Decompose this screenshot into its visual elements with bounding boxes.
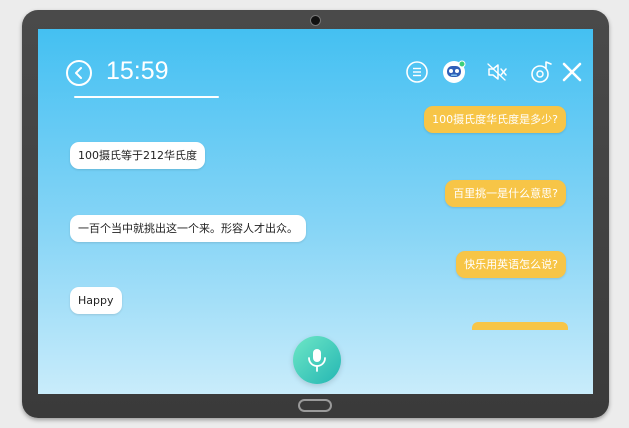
close-icon [562,62,582,82]
music-button[interactable] [528,59,554,85]
close-button[interactable] [559,59,585,85]
microphone-icon [308,349,326,372]
back-button[interactable] [66,60,92,86]
partial-user-message [472,322,568,330]
chevron-left-icon [75,67,82,79]
music-icon [531,61,552,83]
home-button[interactable] [298,399,332,412]
bot-message: 100摄氏等于212华氏度 [70,142,205,169]
user-message: 快乐用英语怎么说? [456,251,566,278]
user-message: 百里挑一是什么意思? [445,180,566,207]
bot-message: Happy [70,287,122,314]
clock-time: 15:59 [106,57,169,85]
mute-icon [487,63,507,81]
bot-message: 一百个当中就挑出这一个来。形容人才出众。 [70,215,306,242]
mute-button[interactable] [484,59,510,85]
list-button[interactable] [404,59,430,85]
user-message: 100摄氏度华氏度是多少? [424,106,566,133]
header-divider [74,96,219,98]
chat-screen: 15:59 100摄氏度华氏度是多少? 100摄氏等于212华氏度 百里挑一是什… [38,29,593,394]
microphone-button[interactable] [293,336,341,384]
robot-avatar-icon [443,60,466,83]
tablet-frame: 15:59 100摄氏度华氏度是多少? 100摄氏等于212华氏度 百里挑一是什… [22,10,609,418]
list-icon [406,61,428,83]
robot-avatar-button[interactable] [441,59,467,85]
front-camera [310,15,321,26]
